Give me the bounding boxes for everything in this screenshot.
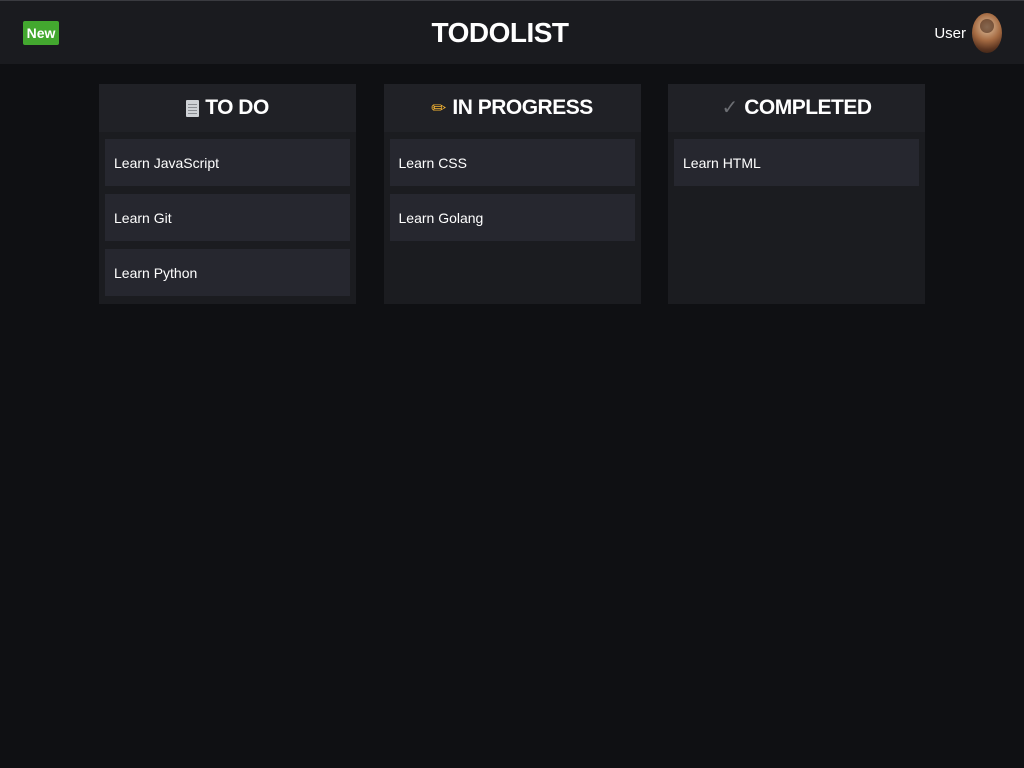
column-header-in-progress: ✏ IN PROGRESS xyxy=(383,84,641,132)
kanban-board: TO DO Learn JavaScript Learn Git Learn P… xyxy=(99,84,925,304)
column-title: IN PROGRESS xyxy=(452,96,593,119)
task-card[interactable]: Learn Git xyxy=(105,194,350,241)
column-todo: TO DO Learn JavaScript Learn Git Learn P… xyxy=(99,84,356,304)
avatar[interactable] xyxy=(972,13,1002,53)
task-card[interactable]: Learn CSS xyxy=(389,139,635,186)
column-header-completed: ✓ COMPLETED xyxy=(668,84,925,132)
column-title: COMPLETED xyxy=(744,96,872,119)
document-icon xyxy=(186,99,200,117)
task-card[interactable]: Learn JavaScript xyxy=(105,139,350,186)
top-bar: New TODOLIST User xyxy=(0,0,1024,64)
check-icon: ✓ xyxy=(721,97,739,119)
task-card[interactable]: Learn HTML xyxy=(674,139,919,186)
card-list: Learn JavaScript Learn Git Learn Python xyxy=(99,132,356,296)
column-completed: ✓ COMPLETED Learn HTML xyxy=(668,84,925,304)
task-card[interactable]: Learn Golang xyxy=(389,194,635,241)
column-in-progress: ✏ IN PROGRESS Learn CSS Learn Golang xyxy=(383,84,641,304)
column-title: TO DO xyxy=(205,96,269,119)
task-card[interactable]: Learn Python xyxy=(105,249,350,296)
app-title: TODOLIST xyxy=(431,17,569,48)
pencil-icon: ✏ xyxy=(431,98,447,118)
column-header-todo: TO DO xyxy=(99,84,356,132)
user-menu[interactable]: User xyxy=(934,13,1002,53)
card-list: Learn CSS Learn Golang xyxy=(384,132,641,241)
user-label: User xyxy=(934,24,966,42)
card-list: Learn HTML xyxy=(668,132,925,186)
